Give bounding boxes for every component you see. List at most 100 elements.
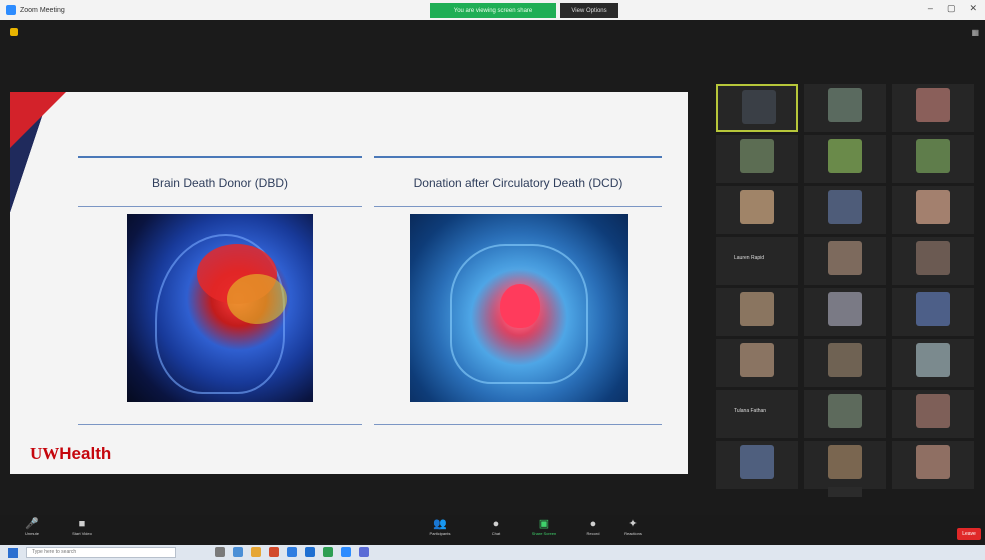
participant-video [828, 292, 862, 326]
right-top-rule [374, 156, 662, 158]
mute-button[interactable]: 🎤 Unmute [10, 518, 54, 536]
reactions-button[interactable]: ✦ Reactions [612, 518, 654, 536]
view-options-button[interactable]: View Options [560, 3, 618, 18]
participant-tile[interactable]: Tulana Fathan [716, 390, 798, 438]
participant-video [916, 343, 950, 377]
participant-tile[interactable] [716, 135, 798, 183]
gallery-view-icon[interactable]: ▦ [971, 28, 979, 37]
participant-tile[interactable] [892, 288, 974, 336]
participants-icon: 👥 [433, 518, 447, 530]
chat-icon: ● [492, 518, 500, 530]
participant-video [916, 190, 950, 224]
logo-health: Health [59, 444, 112, 463]
participant-video [916, 241, 950, 275]
participant-tile[interactable] [804, 390, 886, 438]
record-icon: ● [589, 518, 597, 530]
right-bottom-rule [374, 424, 662, 425]
heart-shape [500, 284, 540, 328]
reactions-label: Reactions [624, 531, 642, 536]
participant-tile[interactable] [804, 186, 886, 234]
participant-tile[interactable] [892, 339, 974, 387]
participant-tile[interactable] [716, 84, 798, 132]
participant-video [828, 88, 862, 122]
participant-video [742, 90, 776, 124]
zoom-app-icon [6, 5, 16, 15]
logo-uw: UW [30, 444, 60, 463]
participant-video [740, 445, 774, 479]
edge-icon[interactable] [233, 547, 243, 557]
participant-video [740, 139, 774, 173]
gallery-next-page-button[interactable] [828, 487, 862, 497]
participant-tile[interactable] [716, 288, 798, 336]
left-bottom-rule [78, 424, 362, 425]
participant-tile[interactable] [892, 186, 974, 234]
windows-start-icon[interactable] [8, 547, 18, 558]
task-view-icon[interactable] [215, 547, 225, 557]
office-icon[interactable] [269, 547, 279, 557]
participant-tile[interactable] [804, 339, 886, 387]
participant-tile[interactable] [716, 339, 798, 387]
share-screen-icon: ▣ [538, 518, 550, 530]
close-icon[interactable]: ✕ [969, 3, 977, 14]
participant-tile[interactable] [716, 186, 798, 234]
participant-tile[interactable] [804, 135, 886, 183]
left-mid-rule [78, 206, 362, 207]
window-title: Zoom Meeting [20, 6, 65, 14]
participant-tile[interactable] [892, 441, 974, 489]
reactions-icon: ✦ [628, 518, 638, 530]
share-label: Share Screen [531, 531, 557, 536]
file-explorer-icon[interactable] [251, 547, 261, 557]
microphone-icon: 🎤 [25, 518, 39, 530]
excel-icon[interactable] [323, 547, 333, 557]
zoom-taskbar-icon[interactable] [341, 547, 351, 557]
participant-name-only: Lauren Rapid [734, 255, 765, 261]
participants-button[interactable]: 👥 Participants [416, 518, 464, 536]
word-icon[interactable] [305, 547, 315, 557]
participant-name-only: Tulana Fathan [734, 408, 767, 414]
participant-tile[interactable] [716, 441, 798, 489]
screen-share-indicator: You are viewing screen share [430, 3, 556, 18]
security-shield-icon[interactable] [10, 28, 18, 36]
teams-icon[interactable] [359, 547, 369, 557]
participants-label: Participants [429, 531, 451, 536]
taskbar-search-input[interactable]: Type here to search [26, 547, 176, 558]
participant-video [740, 190, 774, 224]
outlook-icon[interactable] [287, 547, 297, 557]
taskbar-pinned-apps [215, 547, 369, 557]
maximize-icon[interactable]: ▢ [947, 3, 956, 14]
participant-tile[interactable] [892, 135, 974, 183]
left-column-header: Brain Death Donor (DBD) [151, 176, 289, 190]
participant-tile[interactable] [892, 84, 974, 132]
participant-tile[interactable]: Lauren Rapid [716, 237, 798, 285]
start-video-button[interactable]: ■ Start Video [60, 518, 104, 536]
video-camera-icon: ■ [78, 518, 86, 530]
participant-tile[interactable] [804, 288, 886, 336]
right-mid-rule [374, 206, 662, 207]
participant-video [828, 343, 862, 377]
red-corner-shape [10, 92, 66, 148]
participant-video [916, 394, 950, 428]
participant-video [828, 241, 862, 275]
participant-video [828, 190, 862, 224]
share-screen-button[interactable]: ▣ Share Screen [520, 518, 568, 536]
participant-video [828, 139, 862, 173]
participant-video [740, 343, 774, 377]
brain-illustration [127, 214, 313, 402]
participant-video [916, 292, 950, 326]
brain-lobe-secondary [227, 274, 287, 324]
record-button[interactable]: ● Record [574, 518, 612, 536]
participant-tile[interactable] [804, 441, 886, 489]
right-column-header: Donation after Circulatory Death (DCD) [413, 176, 623, 190]
participant-tile[interactable] [804, 84, 886, 132]
participant-tile[interactable] [892, 237, 974, 285]
participant-tile[interactable] [804, 237, 886, 285]
participant-video [916, 88, 950, 122]
left-top-rule [78, 156, 362, 158]
participant-tile[interactable] [892, 390, 974, 438]
leave-button[interactable]: Leave [957, 528, 981, 540]
record-label: Record [586, 531, 600, 536]
uw-health-logo: UWHealth [30, 444, 111, 464]
participant-video [916, 445, 950, 479]
minimize-icon[interactable]: – [928, 3, 933, 14]
chat-button[interactable]: ● Chat [478, 518, 514, 536]
